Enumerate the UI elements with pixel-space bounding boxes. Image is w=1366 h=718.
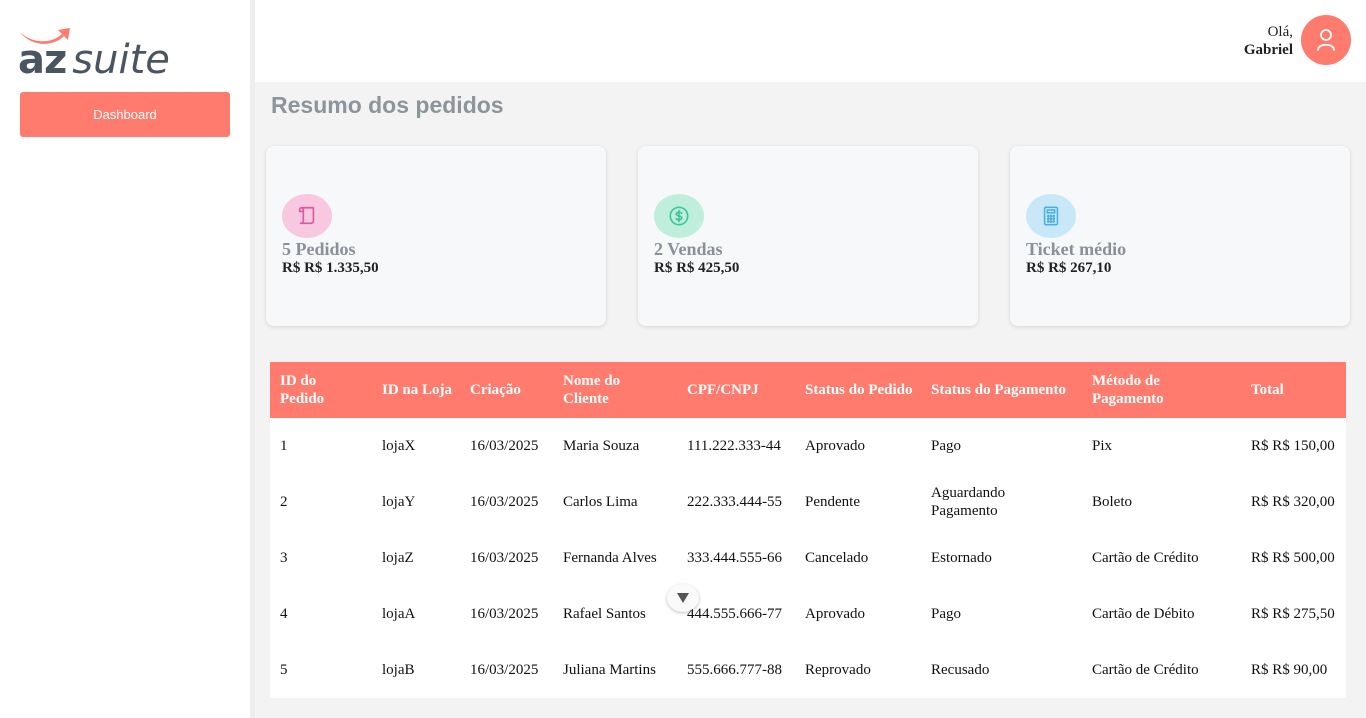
cell-client-name: Fernanda Alves [563,550,657,566]
orders-table-container: ID do Pedido ID na Loja Criação Nome do … [270,362,1346,698]
card-label: 2 Vendas [654,239,723,259]
sidebar-item-dashboard[interactable]: Dashboard [20,92,230,137]
cell-client-name: Juliana Martins [563,662,656,678]
table-header-row: ID do Pedido ID na Loja Criação Nome do … [270,362,1346,418]
column-header-payment-status[interactable]: Status do Pagamento [921,362,1082,418]
cell-order-id: 2 [280,494,288,510]
card-value: R$ R$ 267,10 [1026,260,1112,276]
table-row[interactable]: 4 lojaA 16/03/2025 Rafael Santos 444.555… [270,586,1346,642]
column-header-store-id[interactable]: ID na Loja [372,362,460,418]
avatar[interactable] [1301,15,1351,65]
cell-order-status: Cancelado [805,550,869,566]
cell-total: R$ R$ 275,50 [1251,606,1335,622]
column-header-cpf-cnpj[interactable]: CPF/CNPJ [677,362,795,418]
cell-payment-method: Cartão de Débito [1092,606,1195,622]
top-header: Olá, Gabriel [255,0,1366,82]
cell-order-status: Reprovado [805,662,871,678]
scroll-icon [298,206,315,225]
scroll-down-button[interactable] [667,584,699,612]
column-header-order-id[interactable]: ID do Pedido [270,362,372,418]
greeting-text: Olá, [1267,24,1293,40]
cell-created: 16/03/2025 [470,438,539,454]
logo: az suite [18,26,188,82]
cell-created: 16/03/2025 [470,606,539,622]
table-row[interactable]: 1 lojaX 16/03/2025 Maria Souza 111.222.3… [270,418,1346,474]
cell-order-id: 1 [280,438,288,454]
cell-created: 16/03/2025 [470,494,539,510]
dollar-icon [669,206,689,226]
sales-icon-badge [654,194,704,238]
sidebar-divider [250,0,255,718]
cell-store-id: lojaZ [382,550,414,566]
ticket-icon-badge [1026,194,1076,238]
cell-total: R$ R$ 500,00 [1251,550,1335,566]
cell-payment-method: Cartão de Crédito [1092,550,1199,566]
cell-payment-status: Recusado [931,662,990,678]
cell-order-status: Aprovado [805,438,865,454]
cell-client-name: Rafael Santos [563,606,646,622]
cell-cpf-cnpj: 333.444.555-66 [687,550,782,566]
cell-payment-status: Estornado [931,550,992,566]
column-header-order-status[interactable]: Status do Pedido [795,362,921,418]
column-header-payment-method[interactable]: Método de Pagamento [1082,362,1241,418]
cell-client-name: Maria Souza [563,438,640,454]
calculator-icon [1043,206,1059,226]
cell-order-status: Pendente [805,494,860,510]
table-row[interactable]: 5 lojaB 16/03/2025 Juliana Martins 555.6… [270,642,1346,698]
column-header-created[interactable]: Criação [460,362,553,418]
cell-client-name: Carlos Lima [563,494,638,510]
cell-total: R$ R$ 320,00 [1251,494,1335,510]
cell-cpf-cnpj: 222.333.444-55 [687,494,782,510]
orders-icon-badge [282,194,332,238]
cell-cpf-cnpj: 111.222.333-44 [687,438,781,454]
cell-payment-status: Pago [931,438,961,454]
cell-order-id: 3 [280,550,288,566]
cell-payment-method: Boleto [1092,494,1132,510]
sales-summary-card: 2 Vendas R$ R$ 425,50 [638,146,978,326]
column-header-total[interactable]: Total [1241,362,1346,418]
cell-total: R$ R$ 150,00 [1251,438,1335,454]
orders-summary-card: 5 Pedidos R$ R$ 1.335,50 [266,146,606,326]
card-value: R$ R$ 425,50 [654,260,740,276]
chevron-down-icon [677,593,689,603]
cell-created: 16/03/2025 [470,662,539,678]
page-title: Resumo dos pedidos [271,92,504,118]
user-greeting: Olá, Gabriel [1244,23,1293,59]
sidebar: az suite Dashboard [0,0,250,718]
table-row[interactable]: 2 lojaY 16/03/2025 Carlos Lima 222.333.4… [270,474,1346,530]
card-value: R$ R$ 1.335,50 [282,260,379,276]
cell-order-id: 5 [280,662,288,678]
cell-store-id: lojaX [382,438,416,454]
cell-store-id: lojaY [382,494,416,510]
user-icon [1317,29,1335,51]
cell-created: 16/03/2025 [470,550,539,566]
cell-order-id: 4 [280,606,288,622]
column-header-client-name[interactable]: Nome do Cliente [553,362,677,418]
card-label: 5 Pedidos [282,239,356,259]
cell-store-id: lojaB [382,662,415,678]
average-ticket-card: Ticket médio R$ R$ 267,10 [1010,146,1350,326]
table-row[interactable]: 3 lojaZ 16/03/2025 Fernanda Alves 333.44… [270,530,1346,586]
cell-payment-method: Cartão de Crédito [1092,662,1199,678]
logo-suite: suite [72,37,170,83]
user-name: Gabriel [1243,42,1293,58]
logo-az: az [18,37,67,83]
logo-wordmark: az suite [18,38,170,82]
cell-cpf-cnpj: 555.666.777-88 [687,662,782,678]
cell-payment-status: Pago [931,606,961,622]
cell-payment-status: Aguardando Pagamento [931,485,1006,519]
card-label: Ticket médio [1026,239,1127,259]
cell-total: R$ R$ 90,00 [1251,662,1328,678]
orders-table: ID do Pedido ID na Loja Criação Nome do … [270,362,1346,698]
cell-order-status: Aprovado [805,606,865,622]
cell-payment-method: Pix [1092,438,1113,454]
cell-store-id: lojaA [382,606,416,622]
